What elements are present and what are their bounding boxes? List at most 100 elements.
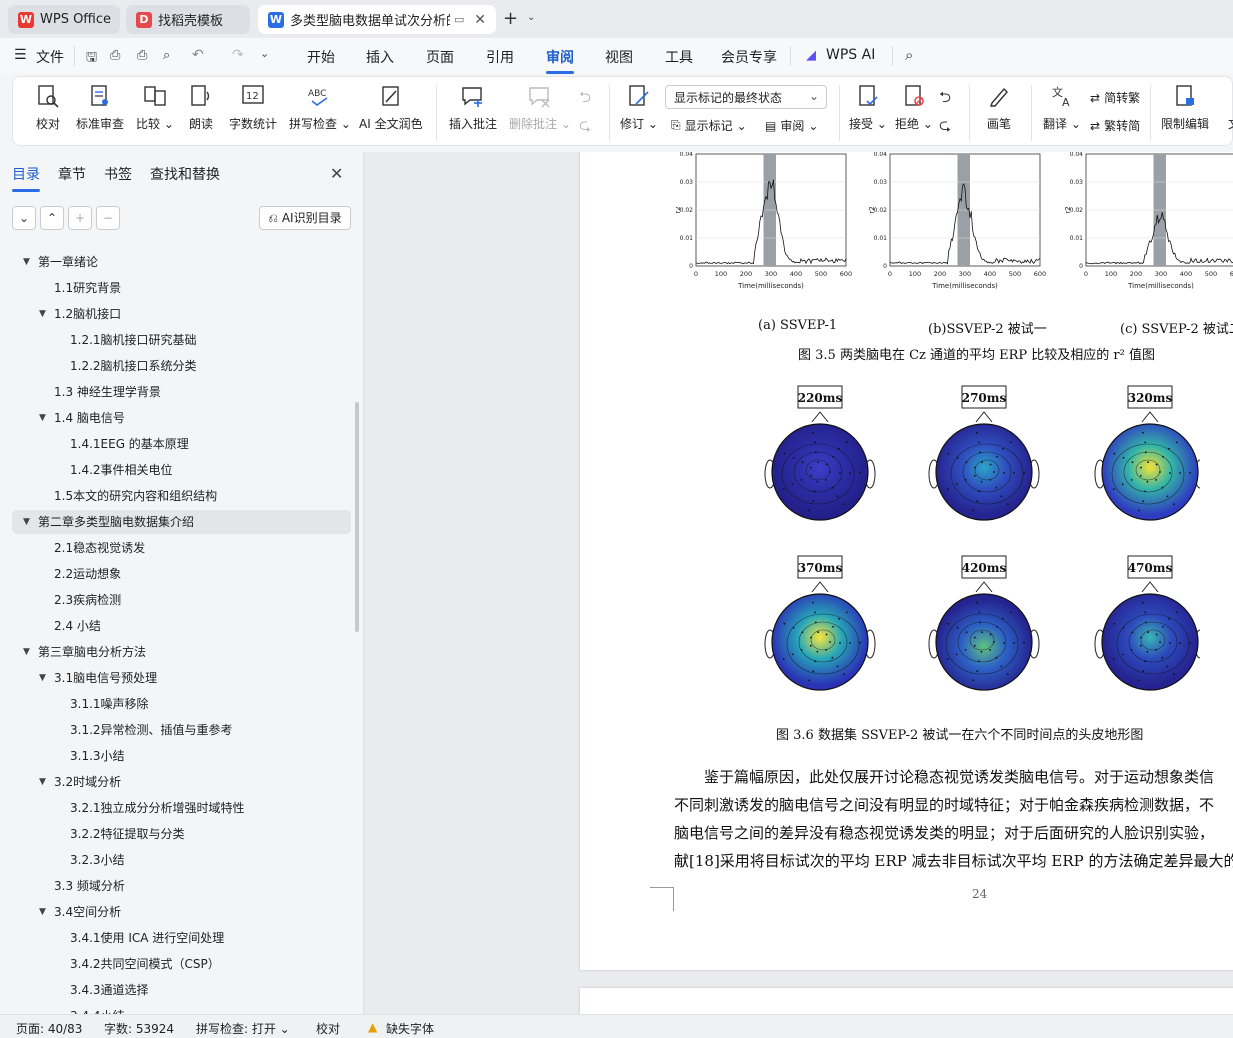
previous-change-icon[interactable]: ⮌ xyxy=(939,87,951,112)
word-count-indicator[interactable]: 字数: 53924 xyxy=(104,1020,174,1037)
standard-review-button[interactable]: 标准审查 xyxy=(76,83,124,132)
export-icon[interactable]: ⎙ xyxy=(110,48,120,63)
tab-docer-templates[interactable]: D 找稻壳模板 xyxy=(126,5,250,34)
toc-item[interactable]: ▼ 1.4 脑电信号 xyxy=(54,406,125,430)
expand-arrow-icon[interactable]: ▼ xyxy=(39,406,46,430)
toc-item[interactable]: 2.3疾病检测 xyxy=(54,588,121,612)
tab-sections[interactable]: 章节 xyxy=(58,164,86,184)
ai-toc-button[interactable]: ⎌ AI识别目录 xyxy=(259,206,351,230)
toc-item[interactable]: 1.2.2脑机接口系统分类 xyxy=(70,354,197,378)
toc-item[interactable]: 2.1稳态视觉诱发 xyxy=(54,536,145,560)
toc-item[interactable]: 3.4.1使用 ICA 进行空间处理 xyxy=(70,926,224,950)
toc-item[interactable]: 2.4 小结 xyxy=(54,614,101,638)
simplified-to-traditional-button[interactable]: ⇄ 简转繁 xyxy=(1090,89,1140,106)
toc-item[interactable]: 3.2.3小结 xyxy=(70,848,125,872)
toc-item[interactable]: ▼ 3.1脑电信号预处理 xyxy=(54,666,157,690)
toc-item[interactable]: 2.2运动想象 xyxy=(54,562,121,586)
toc-item[interactable]: 1.4.2事件相关电位 xyxy=(70,458,173,482)
expand-down-icon[interactable]: ⌄ xyxy=(12,206,36,230)
menu-file[interactable]: 文件 xyxy=(36,47,64,67)
toc-item[interactable]: 1.5本文的研究内容和组织结构 xyxy=(54,484,217,508)
new-tab-icon[interactable]: + xyxy=(503,8,518,29)
expand-arrow-icon[interactable]: ▼ xyxy=(23,250,30,274)
menu-page[interactable]: 页面 xyxy=(426,47,454,67)
print-preview-icon[interactable]: ⌕ xyxy=(163,48,170,63)
expand-arrow-icon[interactable]: ▼ xyxy=(39,666,46,690)
document-canvas[interactable]: 0 100 200 300 400 500 600 0 0.01 0.02 0.03 0.04 Time… xyxy=(364,152,1233,1014)
next-page[interactable] xyxy=(580,988,1233,1014)
toc-item[interactable]: ▼ 1.2脑机接口 xyxy=(54,302,121,326)
monitor-icon[interactable]: ▭ xyxy=(454,13,464,26)
toc-item[interactable]: 3.3 频域分析 xyxy=(54,874,125,898)
menu-review[interactable]: 审阅 xyxy=(546,47,574,67)
spell-check-indicator[interactable]: 拼写检查: 打开 ⌄ xyxy=(196,1020,290,1037)
menu-membership[interactable]: 会员专享 xyxy=(721,47,777,67)
toc-item[interactable]: 3.1.2异常检测、插值与重参考 xyxy=(70,718,233,742)
reject-button[interactable]: 拒绝 ⌄ xyxy=(895,83,933,132)
toc-item[interactable]: 3.2.1独立成分分析增强时域特性 xyxy=(70,796,245,820)
read-aloud-button[interactable]: 朗读 xyxy=(188,83,214,132)
undo-icon[interactable]: ↶ xyxy=(192,47,204,63)
insert-comment-button[interactable]: 插入批注 xyxy=(449,83,497,132)
toc-item[interactable]: 1.2.1脑机接口研究基础 xyxy=(70,328,197,352)
tab-find-replace[interactable]: 查找和替换 xyxy=(150,164,220,184)
tab-toc[interactable]: 目录 xyxy=(12,164,40,184)
toc-item[interactable]: ▼ 第二章多类型脑电数据集介绍 xyxy=(38,510,194,534)
document-page[interactable]: 0 100 200 300 400 500 600 0 0.01 0.02 0.03 0.04 Time… xyxy=(580,152,1233,970)
next-change-icon[interactable]: ⮎ xyxy=(939,115,951,140)
toc-scrollbar[interactable] xyxy=(355,402,359,632)
menu-tools[interactable]: 工具 xyxy=(665,47,693,67)
chevron-down-icon[interactable]: ⌄ xyxy=(527,12,535,23)
spell-check-button[interactable]: ABC 拼写检查 ⌄ xyxy=(289,83,351,132)
expand-arrow-icon[interactable]: ▼ xyxy=(39,770,46,794)
restrict-editing-button[interactable]: 限制编辑 xyxy=(1161,83,1209,132)
page-indicator[interactable]: 页面: 40/83 xyxy=(16,1020,82,1037)
toc-item[interactable]: 3.1.1噪声移除 xyxy=(70,692,149,716)
menu-wps-ai[interactable]: WPS AI xyxy=(826,47,875,63)
ai-polish-button[interactable]: AI 全文润色 xyxy=(359,83,423,132)
toc-item[interactable]: 1.1研究背景 xyxy=(54,276,121,300)
expand-arrow-icon[interactable]: ▼ xyxy=(23,640,30,664)
redo-icon[interactable]: ↷ xyxy=(232,47,244,63)
save-icon[interactable]: 🖫 xyxy=(86,48,97,70)
menu-home[interactable]: 开始 xyxy=(307,47,335,67)
close-tab-icon[interactable]: ✕ xyxy=(474,12,486,28)
toc-item[interactable]: 1.3 神经生理学背景 xyxy=(54,380,161,404)
toc-item[interactable]: ▼ 3.4空间分析 xyxy=(54,900,121,924)
toc-item[interactable]: ▼ 第一章绪论 xyxy=(38,250,98,274)
expand-arrow-icon[interactable]: ▼ xyxy=(23,510,30,534)
toc-item[interactable]: ▼ 3.2时域分析 xyxy=(54,770,121,794)
next-comment-icon[interactable]: ⮎ xyxy=(579,115,591,140)
review-pane-button[interactable]: ▤ 审阅 ⌄ xyxy=(765,117,818,134)
track-changes-button[interactable]: 修订 ⌄ xyxy=(620,83,658,132)
toc-item[interactable]: 1.4.1EEG 的基本原理 xyxy=(70,432,189,456)
menu-insert[interactable]: 插入 xyxy=(366,47,394,67)
toc-item[interactable]: 3.4.2共同空间模式（CSP） xyxy=(70,952,220,976)
menu-references[interactable]: 引用 xyxy=(486,47,514,67)
toc-item[interactable]: 3.4.3通道选择 xyxy=(70,978,149,1002)
toc-item[interactable]: 3.1.3小结 xyxy=(70,744,125,768)
tab-current-document[interactable]: W 多类型脑电数据单试次分析的 ▭ ✕ xyxy=(258,5,496,34)
toc-item[interactable]: 3.4.4小结 xyxy=(70,1004,125,1014)
expand-arrow-icon[interactable]: ▼ xyxy=(39,900,46,924)
hamburger-icon[interactable]: ☰ xyxy=(14,47,27,63)
display-state-select[interactable]: 显示标记的最终状态 ⌄ xyxy=(665,85,827,109)
compare-button[interactable]: 比较 ⌄ xyxy=(136,83,174,132)
pen-button[interactable]: 画笔 xyxy=(986,83,1012,132)
ribbon-overflow-button[interactable]: 文 xyxy=(1221,83,1233,132)
proofread-indicator[interactable]: 校对 xyxy=(316,1020,340,1037)
proofread-button[interactable]: 校对 xyxy=(35,83,61,132)
search-icon[interactable]: ⌕ xyxy=(905,46,913,64)
close-panel-icon[interactable]: ✕ xyxy=(330,164,343,183)
tab-bookmarks[interactable]: 书签 xyxy=(104,164,132,184)
accept-button[interactable]: 接受 ⌄ xyxy=(849,83,887,132)
toc-item[interactable]: 3.2.2特征提取与分类 xyxy=(70,822,185,846)
traditional-to-simplified-button[interactable]: ⇄ 繁转简 xyxy=(1090,117,1140,134)
delete-comment-button[interactable]: 删除批注 ⌄ xyxy=(509,83,571,132)
missing-font-indicator[interactable]: 缺失字体 xyxy=(386,1020,434,1037)
show-markup-button[interactable]: ⎘ 显示标记 ⌄ xyxy=(671,117,747,134)
add-heading-icon[interactable]: + xyxy=(68,206,92,230)
expand-arrow-icon[interactable]: ▼ xyxy=(39,302,46,326)
tab-wps-office[interactable]: W WPS Office xyxy=(8,5,120,34)
menu-view[interactable]: 视图 xyxy=(605,47,633,67)
